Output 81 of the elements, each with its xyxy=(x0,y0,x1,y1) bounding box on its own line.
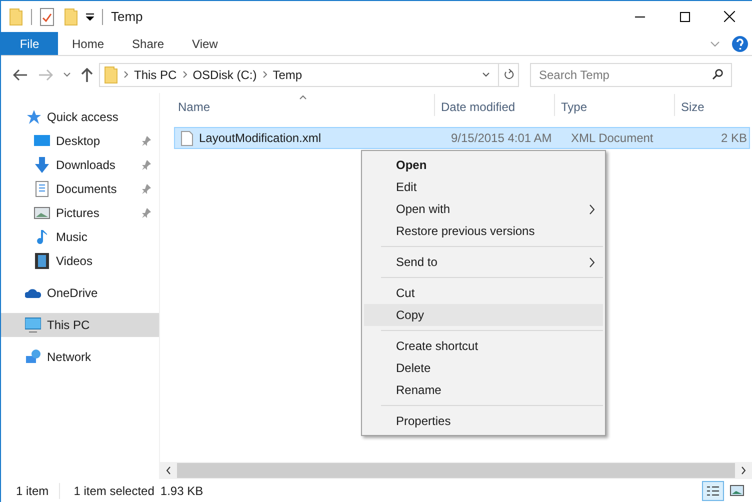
nav-item[interactable]: Pictures xyxy=(1,201,159,225)
menu-item[interactable]: Create shortcut xyxy=(364,335,603,357)
nav-item[interactable]: Videos xyxy=(1,249,159,273)
menu-item[interactable]: Delete xyxy=(364,357,603,379)
breadcrumb-item[interactable]: Temp xyxy=(272,66,302,84)
nav-item[interactable]: Documents xyxy=(1,177,159,201)
chevron-right-icon xyxy=(589,204,595,214)
details-list-icon xyxy=(706,484,720,496)
menu-item[interactable]: Restore previous versions xyxy=(364,220,603,242)
folder-icon xyxy=(64,8,78,26)
menu-item[interactable]: Properties xyxy=(364,410,603,432)
nav-item[interactable]: Downloads xyxy=(1,153,159,177)
file-row[interactable]: LayoutModification.xml 9/15/2015 4:01 AM XML Document 2 KB xyxy=(174,127,750,149)
help-icon[interactable] xyxy=(732,36,748,52)
down-arrow-icon xyxy=(34,157,50,173)
selection-info: 1 item selected xyxy=(74,482,154,500)
menu-item[interactable]: Open with xyxy=(364,198,603,220)
menu-item[interactable]: Rename xyxy=(364,379,603,401)
dropdown-icon[interactable] xyxy=(86,12,94,20)
image-icon xyxy=(730,485,744,496)
breadcrumb-item[interactable]: This PC xyxy=(134,66,177,84)
file-name: LayoutModification.xml xyxy=(199,130,322,147)
menu-item[interactable]: Cut xyxy=(364,282,603,304)
size-cell-text: 2 KB xyxy=(720,130,748,147)
checklist-icon[interactable] xyxy=(40,8,54,26)
ribbon-tab[interactable]: View xyxy=(178,32,232,55)
nav-item[interactable]: Desktop xyxy=(1,129,159,153)
ribbon-tab[interactable]: Home xyxy=(58,32,118,55)
computer-icon xyxy=(25,317,41,333)
menu-item[interactable]: Open xyxy=(364,154,603,176)
refresh-icon xyxy=(504,69,514,80)
ribbon-tab[interactable]: Share xyxy=(118,32,178,55)
nav-item[interactable]: This PC xyxy=(1,313,159,337)
address-bar[interactable]: This PC OSDisk (C:) Temp xyxy=(99,62,519,86)
maximize-icon xyxy=(680,12,690,22)
chevron-down-icon[interactable] xyxy=(63,72,71,77)
menu-item[interactable]: Edit xyxy=(364,176,603,198)
column-header[interactable]: Size xyxy=(674,94,752,116)
nav-item[interactable]: OneDrive xyxy=(1,281,159,305)
breadcrumb-item[interactable]: OSDisk (C:) xyxy=(192,66,257,84)
menu-item[interactable]: Copy xyxy=(364,304,603,326)
file-icon xyxy=(181,130,193,146)
chevron-right-icon xyxy=(589,256,595,268)
ribbon-tab[interactable]: File xyxy=(1,32,58,55)
chevron-right-icon xyxy=(124,71,128,78)
monitor-icon xyxy=(34,133,50,149)
close-icon xyxy=(724,11,735,22)
item-count: 1 item xyxy=(16,482,49,500)
selection-size: 1.93 KB xyxy=(160,482,204,500)
chevron-right-icon xyxy=(182,71,187,78)
pin-icon xyxy=(141,184,151,194)
pin-icon xyxy=(141,160,151,170)
column-header[interactable]: Name xyxy=(160,94,434,116)
chevron-down-icon[interactable] xyxy=(482,72,490,77)
film-icon xyxy=(34,253,50,269)
document-icon xyxy=(34,181,50,197)
chevron-right-icon xyxy=(262,71,267,78)
column-header[interactable]: Date modified xyxy=(434,94,554,116)
details-view-button[interactable] xyxy=(702,480,724,500)
image-icon xyxy=(34,205,50,221)
nav-item[interactable]: Music xyxy=(1,225,159,249)
type-cell-text: XML Document xyxy=(571,130,654,147)
network-icon xyxy=(25,349,41,365)
pin-icon xyxy=(141,208,151,218)
folder-icon xyxy=(9,8,23,26)
horizontal-scrollbar[interactable] xyxy=(160,462,752,479)
column-header[interactable]: Type xyxy=(554,94,674,116)
menu-item[interactable]: Send to xyxy=(364,251,603,273)
search-icon xyxy=(712,68,723,80)
star-icon xyxy=(25,109,41,125)
date-cell-text: 9/15/2015 4:01 AM xyxy=(451,130,553,147)
up-arrow-icon[interactable] xyxy=(81,68,93,82)
back-arrow-icon[interactable] xyxy=(13,68,27,80)
nav-item[interactable]: Quick access xyxy=(1,105,159,129)
music-note-icon xyxy=(34,229,50,245)
search-field[interactable]: Search Temp xyxy=(530,62,732,86)
pin-icon xyxy=(141,136,151,146)
scrollbar-thumb[interactable] xyxy=(177,463,735,478)
window-title: Temp xyxy=(111,8,143,26)
folder-icon xyxy=(104,66,118,84)
nav-item[interactable]: Network xyxy=(1,345,159,369)
